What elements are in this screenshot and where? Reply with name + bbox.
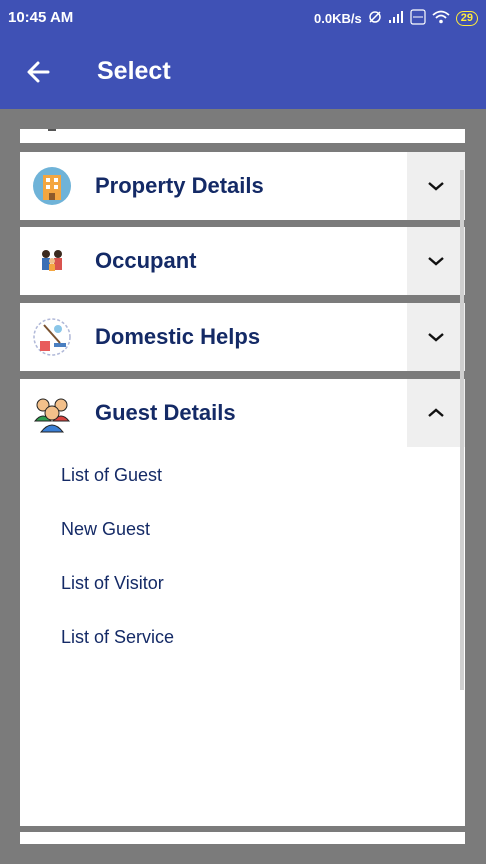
signal-icon bbox=[388, 10, 404, 27]
menu-item-list-of-service[interactable]: List of Service bbox=[61, 627, 174, 648]
scrollbar[interactable] bbox=[460, 170, 464, 690]
family-icon bbox=[32, 241, 72, 281]
wifi-icon bbox=[432, 10, 450, 27]
next-row-edge bbox=[20, 832, 465, 844]
app-bar: Select bbox=[0, 36, 486, 109]
previous-row-edge bbox=[20, 129, 465, 143]
building-icon bbox=[32, 166, 72, 206]
row-occupant[interactable]: Occupant bbox=[20, 227, 465, 295]
cleaning-tools-icon bbox=[32, 317, 72, 357]
chevron-down-icon[interactable] bbox=[407, 303, 465, 371]
chevron-down-icon[interactable] bbox=[407, 152, 465, 220]
page-title: Select bbox=[97, 57, 171, 85]
status-bar: 10:45 AM 0.0KB/s 29 bbox=[0, 0, 486, 36]
guest-details-submenu: List of Guest New Guest List of Visitor … bbox=[20, 447, 465, 826]
row-property-details[interactable]: Property Details bbox=[20, 152, 465, 220]
row-guest-details[interactable]: Guest Details bbox=[20, 379, 465, 448]
row-domestic-helps[interactable]: Domestic Helps bbox=[20, 303, 465, 371]
alarm-off-icon bbox=[368, 10, 382, 27]
row-label: Guest Details bbox=[95, 400, 236, 425]
menu-item-list-of-visitor[interactable]: List of Visitor bbox=[61, 573, 164, 594]
chevron-up-icon[interactable] bbox=[407, 379, 465, 447]
menu-item-new-guest[interactable]: New Guest bbox=[61, 519, 150, 540]
chevron-down-icon[interactable] bbox=[407, 227, 465, 295]
row-label: Occupant bbox=[95, 248, 197, 273]
battery-icon: 29 bbox=[455, 10, 478, 26]
divider bbox=[48, 129, 56, 131]
row-label: Domestic Helps bbox=[95, 324, 261, 349]
menu-item-list-of-guest[interactable]: List of Guest bbox=[61, 465, 162, 486]
volte-icon bbox=[410, 9, 426, 27]
status-time: 10:45 AM bbox=[8, 9, 74, 26]
back-arrow-icon[interactable] bbox=[22, 56, 54, 88]
network-speed: 0.0KB/s bbox=[314, 10, 362, 26]
guests-group-icon bbox=[32, 393, 72, 433]
status-icons: 0.0KB/s 29 bbox=[314, 8, 478, 28]
row-label: Property Details bbox=[95, 173, 264, 198]
